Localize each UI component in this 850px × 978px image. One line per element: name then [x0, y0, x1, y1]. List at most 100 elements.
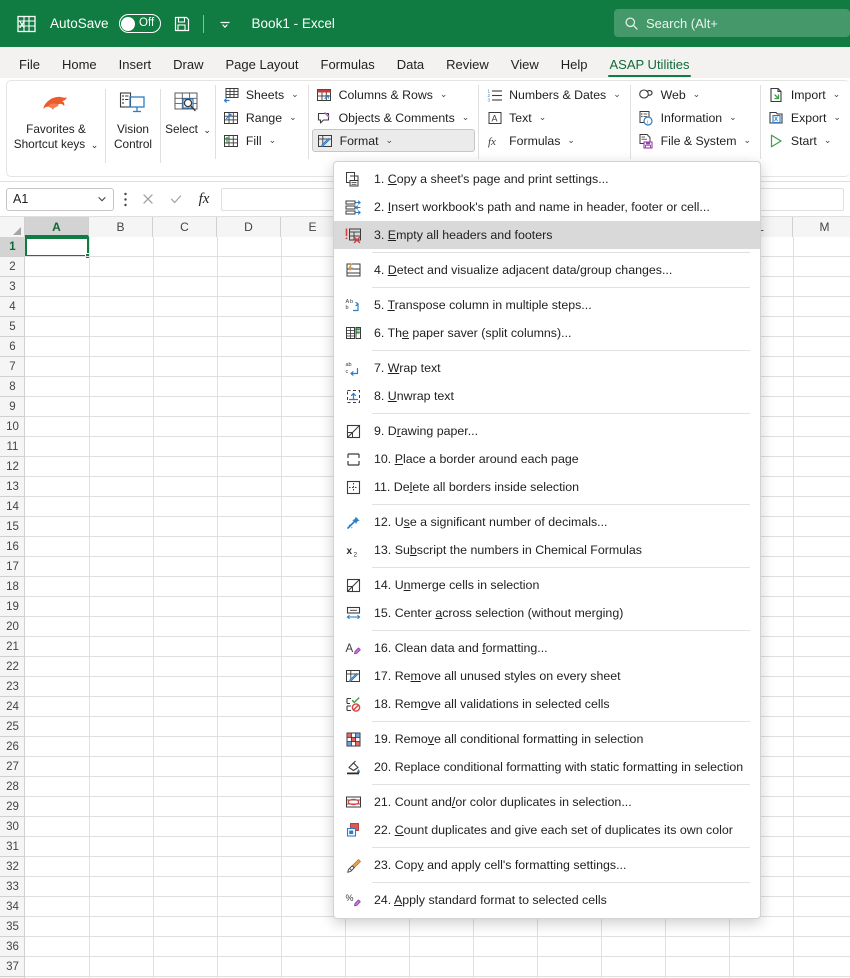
ribbon-button-sheets[interactable]: Sheets ⌄ — [219, 83, 305, 106]
enter-check-icon[interactable] — [165, 188, 187, 210]
menu-item-17[interactable]: 17. Remove all unused styles on every sh… — [334, 662, 760, 690]
menu-item-10[interactable]: 10. Place a border around each page — [334, 445, 760, 473]
menu-item-7[interactable]: ab c 7. Wrap text — [334, 354, 760, 382]
ribbon-button-import[interactable]: Import ⌄ — [764, 83, 847, 106]
row-header-19[interactable]: 19 — [0, 597, 25, 617]
row-header-29[interactable]: 29 — [0, 797, 25, 817]
row-header-3[interactable]: 3 — [0, 277, 25, 297]
row-header-16[interactable]: 16 — [0, 537, 25, 557]
selected-cell-a1[interactable] — [25, 237, 91, 259]
ribbon-button-vision[interactable]: Vision Control — [106, 85, 160, 154]
select-all-corner[interactable] — [0, 217, 25, 237]
menu-item-12[interactable]: 12. Use a significant number of decimals… — [334, 508, 760, 536]
tab-home[interactable]: Home — [51, 53, 108, 78]
row-header-14[interactable]: 14 — [0, 497, 25, 517]
chevron-down-icon[interactable] — [214, 13, 236, 35]
row-header-20[interactable]: 20 — [0, 617, 25, 637]
ribbon-button-fill[interactable]: Fill ⌄ — [219, 129, 305, 152]
row-header-22[interactable]: 22 — [0, 657, 25, 677]
autosave-toggle[interactable]: Off — [118, 14, 161, 33]
row-header-24[interactable]: 24 — [0, 697, 25, 717]
row-header-34[interactable]: 34 — [0, 897, 25, 917]
ribbon-button-export[interactable]: X Export ⌄ — [764, 106, 847, 129]
save-icon[interactable] — [171, 13, 193, 35]
row-header-31[interactable]: 31 — [0, 837, 25, 857]
menu-item-6[interactable]: 6. The paper saver (split columns)... — [334, 319, 760, 347]
ribbon-button-information[interactable]: i Information ⌄ — [634, 106, 757, 129]
row-header-30[interactable]: 30 — [0, 817, 25, 837]
insert-function-icon[interactable]: fx — [193, 188, 215, 210]
tab-help[interactable]: Help — [550, 53, 599, 78]
tab-file[interactable]: File — [8, 53, 51, 78]
column-header-M[interactable]: M — [793, 217, 850, 237]
row-header-6[interactable]: 6 — [0, 337, 25, 357]
menu-item-11[interactable]: 11. Delete all borders inside selection — [334, 473, 760, 501]
menu-item-18[interactable]: 18. Remove all validations in selected c… — [334, 690, 760, 718]
ribbon-button-text[interactable]: A Text ⌄ — [482, 106, 627, 129]
row-header-28[interactable]: 28 — [0, 777, 25, 797]
row-header-21[interactable]: 21 — [0, 637, 25, 657]
row-header-9[interactable]: 9 — [0, 397, 25, 417]
row-header-10[interactable]: 10 — [0, 417, 25, 437]
format-dropdown-menu[interactable]: 1. Copy a sheet's page and print setting… — [333, 161, 761, 919]
ribbon-button-numbers-dates[interactable]: 1 2 3 Numbers & Dates ⌄ — [482, 83, 627, 106]
row-header-7[interactable]: 7 — [0, 357, 25, 377]
menu-item-19[interactable]: 19. Remove all conditional formatting in… — [334, 725, 760, 753]
menu-item-23[interactable]: 23. Copy and apply cell's formatting set… — [334, 851, 760, 879]
menu-item-9[interactable]: 9. Drawing paper... — [334, 417, 760, 445]
ribbon-button-range[interactable]: Range ⌄ — [219, 106, 305, 129]
menu-item-8[interactable]: 8. Unwrap text — [334, 382, 760, 410]
menu-item-21[interactable]: 21. Count and/or color duplicates in sel… — [334, 788, 760, 816]
ribbon-button-columns-rows[interactable]: Columns & Rows ⌄ — [312, 83, 476, 106]
menu-item-2[interactable]: 2. Insert workbook's path and name in he… — [334, 193, 760, 221]
tab-page-layout[interactable]: Page Layout — [215, 53, 310, 78]
ribbon-button-select[interactable]: Select ⌄ — [161, 85, 215, 140]
menu-item-16[interactable]: A 16. Clean data and formatting... — [334, 634, 760, 662]
search-input[interactable]: Search (Alt+ — [614, 9, 850, 37]
tab-insert[interactable]: Insert — [108, 53, 163, 78]
row-header-25[interactable]: 25 — [0, 717, 25, 737]
column-header-B[interactable]: B — [89, 217, 153, 237]
tab-view[interactable]: View — [500, 53, 550, 78]
tab-asap-utilities[interactable]: ASAP Utilities — [599, 53, 701, 78]
ribbon-button-favorites[interactable]: Favorites & Shortcut keys ⌄ — [7, 85, 105, 154]
row-header-36[interactable]: 36 — [0, 937, 25, 957]
menu-item-24[interactable]: % 24. Apply standard format to selected c… — [334, 886, 760, 914]
menu-item-22[interactable]: 22. Count duplicates and give each set o… — [334, 816, 760, 844]
menu-item-20[interactable]: 20. Replace conditional formatting with … — [334, 753, 760, 781]
row-header-15[interactable]: 15 — [0, 517, 25, 537]
ribbon-button-start[interactable]: Start ⌄ — [764, 129, 847, 152]
ribbon-button-objects-comments[interactable]: Objects & Comments ⌄ — [312, 106, 476, 129]
row-header-18[interactable]: 18 — [0, 577, 25, 597]
row-header-5[interactable]: 5 — [0, 317, 25, 337]
row-header-26[interactable]: 26 — [0, 737, 25, 757]
tab-review[interactable]: Review — [435, 53, 500, 78]
tab-formulas[interactable]: Formulas — [310, 53, 386, 78]
column-header-C[interactable]: C — [153, 217, 217, 237]
menu-item-3[interactable]: 3. Empty all headers and footers — [334, 221, 760, 249]
row-header-11[interactable]: 11 — [0, 437, 25, 457]
menu-item-4[interactable]: 4. Detect and visualize adjacent data/gr… — [334, 256, 760, 284]
ribbon-button-formulas[interactable]: fx Formulas ⌄ — [482, 129, 627, 152]
row-header-17[interactable]: 17 — [0, 557, 25, 577]
row-header-1[interactable]: 1 — [0, 237, 25, 257]
row-header-2[interactable]: 2 — [0, 257, 25, 277]
row-header-8[interactable]: 8 — [0, 377, 25, 397]
menu-item-14[interactable]: 14. Unmerge cells in selection — [334, 571, 760, 599]
column-header-A[interactable]: A — [25, 217, 89, 237]
ribbon-button-file-system[interactable]: File & System ⌄ — [634, 129, 757, 152]
row-header-27[interactable]: 27 — [0, 757, 25, 777]
row-header-12[interactable]: 12 — [0, 457, 25, 477]
column-header-D[interactable]: D — [217, 217, 281, 237]
menu-item-13[interactable]: x 2 13. Subscript the numbers in Chemical … — [334, 536, 760, 564]
row-header-13[interactable]: 13 — [0, 477, 25, 497]
menu-item-1[interactable]: 1. Copy a sheet's page and print setting… — [334, 165, 760, 193]
row-header-32[interactable]: 32 — [0, 857, 25, 877]
name-box[interactable]: A1 — [6, 187, 114, 211]
row-header-35[interactable]: 35 — [0, 917, 25, 937]
menu-item-5[interactable]: Ab b 5. Transpose column in multiple steps… — [334, 291, 760, 319]
tab-data[interactable]: Data — [386, 53, 435, 78]
row-header-4[interactable]: 4 — [0, 297, 25, 317]
row-header-37[interactable]: 37 — [0, 957, 25, 977]
ribbon-button-web[interactable]: Web ⌄ — [634, 83, 757, 106]
